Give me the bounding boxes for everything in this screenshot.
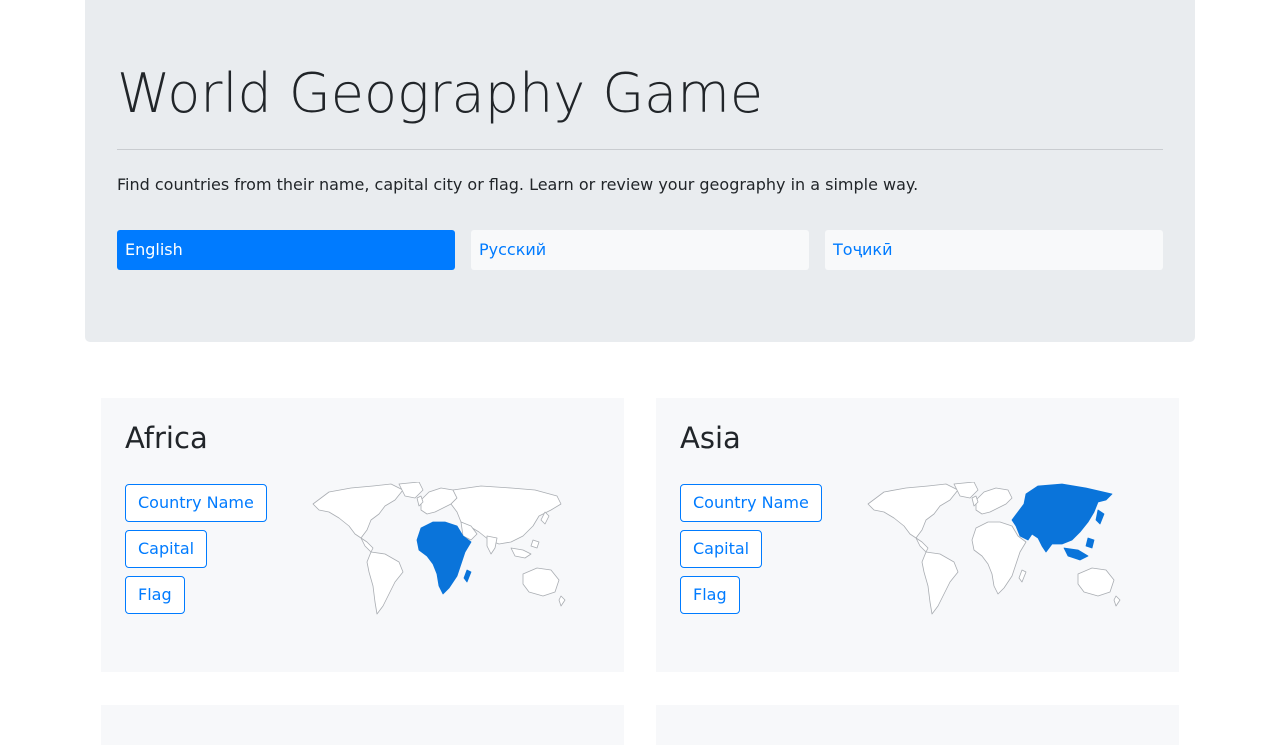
flag-button[interactable]: Flag	[125, 576, 185, 614]
world-map-asia-highlight	[866, 482, 1122, 618]
country-name-button[interactable]: Country Name	[680, 484, 822, 522]
continent-card-partial	[101, 705, 624, 745]
language-tajik-button[interactable]: Тоҷикӣ	[825, 230, 1163, 270]
header-divider	[117, 149, 1163, 150]
language-russian-button[interactable]: Русский	[471, 230, 809, 270]
language-english-button[interactable]: English	[117, 230, 455, 270]
capital-button[interactable]: Capital	[125, 530, 208, 568]
continent-card-asia: Asia Country Name Capital Flag	[656, 398, 1179, 672]
continent-title: Africa	[125, 421, 208, 455]
flag-button[interactable]: Flag	[680, 576, 740, 614]
world-map-africa-highlight	[311, 482, 567, 618]
continent-title: Asia	[680, 421, 741, 455]
page-lead: Find countries from their name, capital …	[117, 175, 919, 194]
page-title: World Geography Game	[117, 62, 764, 125]
continent-card-partial	[656, 705, 1179, 745]
continent-card-africa: Africa Country Name Capital Flag	[101, 398, 624, 672]
capital-button[interactable]: Capital	[680, 530, 763, 568]
header-jumbotron: World Geography Game Find countries from…	[85, 0, 1195, 342]
country-name-button[interactable]: Country Name	[125, 484, 267, 522]
